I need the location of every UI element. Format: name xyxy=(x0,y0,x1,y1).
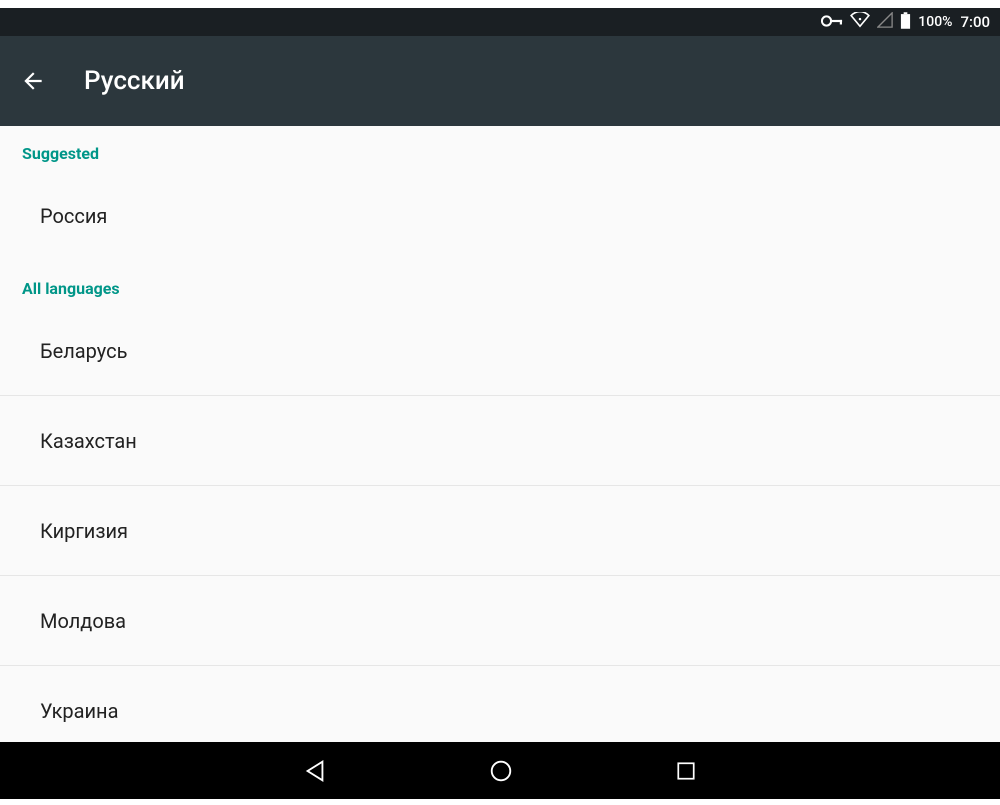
list-item-label: Казахстан xyxy=(40,429,137,453)
nav-recent-button[interactable] xyxy=(674,759,698,783)
signal-icon xyxy=(877,12,893,32)
battery-pct: 100% xyxy=(918,14,952,30)
page-title: Русский xyxy=(84,66,185,96)
list-item[interactable]: Казахстан xyxy=(0,396,1000,486)
list-item-label: Украина xyxy=(40,699,118,723)
list-item[interactable]: Молдова xyxy=(0,576,1000,666)
list-item[interactable]: Россия xyxy=(0,171,1000,261)
list-item-label: Киргизия xyxy=(40,519,128,543)
back-button[interactable] xyxy=(20,68,46,94)
wifi-icon xyxy=(850,12,870,32)
nav-home-button[interactable] xyxy=(488,758,514,784)
navigation-bar xyxy=(0,742,1000,799)
list-item[interactable]: Украина xyxy=(0,666,1000,742)
top-margin xyxy=(0,0,1000,8)
section-all-header: All languages xyxy=(0,261,1000,306)
list-item-label: Россия xyxy=(40,204,107,228)
list-item[interactable]: Беларусь xyxy=(0,306,1000,396)
bottom-margin xyxy=(0,799,1000,805)
nav-back-button[interactable] xyxy=(302,758,328,784)
list-item-label: Беларусь xyxy=(40,339,127,363)
vpn-key-icon xyxy=(821,13,843,31)
battery-icon xyxy=(900,12,911,33)
status-time: 7:00 xyxy=(960,13,990,31)
list-item-label: Молдова xyxy=(40,609,126,633)
action-bar: Русский xyxy=(0,36,1000,126)
status-icons: 100% xyxy=(821,12,952,33)
section-suggested-header: Suggested xyxy=(0,126,1000,171)
content: Suggested Россия All languages Беларусь … xyxy=(0,126,1000,742)
status-bar: 100% 7:00 xyxy=(0,8,1000,36)
list-item[interactable]: Киргизия xyxy=(0,486,1000,576)
